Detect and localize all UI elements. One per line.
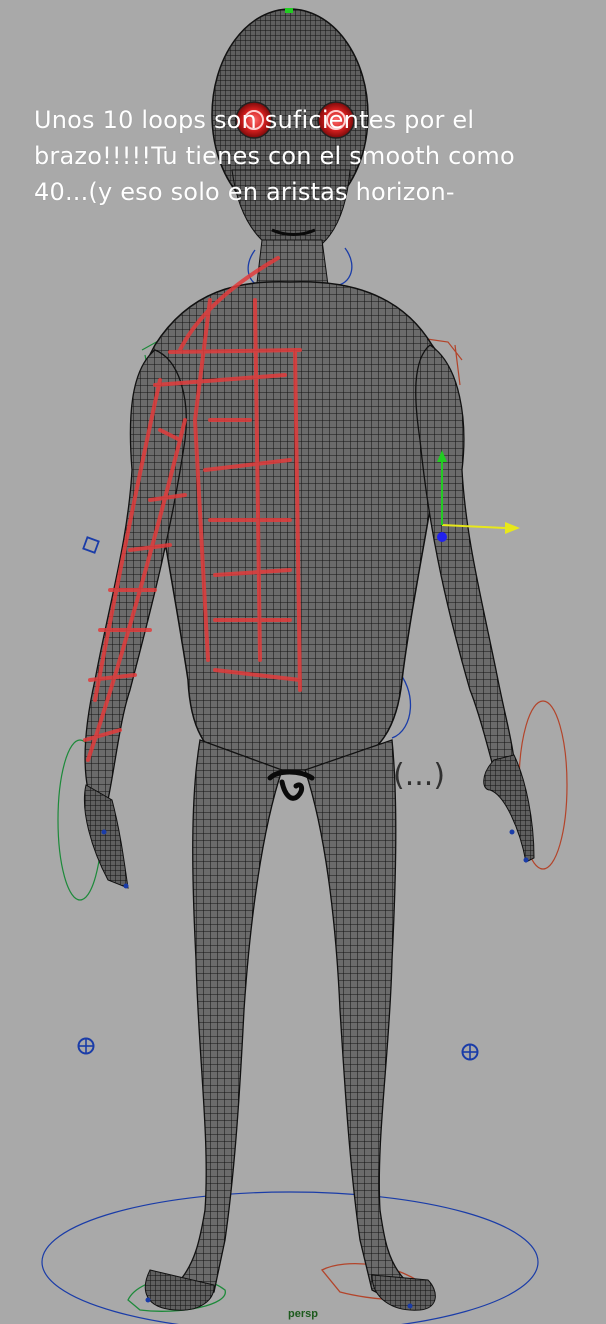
side-note: (...) (393, 758, 446, 793)
globe-locator-icon[interactable] (461, 1043, 479, 1061)
cube-control-icon[interactable] (82, 536, 100, 554)
globe-locator-icon[interactable] (77, 1037, 95, 1055)
ground-control-ellipse[interactable] (41, 1191, 539, 1324)
camera-label: persp (288, 1308, 318, 1320)
maya-viewport-perspective[interactable]: Unos 10 loops son suficientes por el bra… (0, 0, 606, 1324)
finger-joint-markers (101, 829, 529, 1309)
annotation-text: Unos 10 loops son suficientes por el bra… (34, 106, 523, 206)
head-pivot-marker (285, 8, 293, 13)
